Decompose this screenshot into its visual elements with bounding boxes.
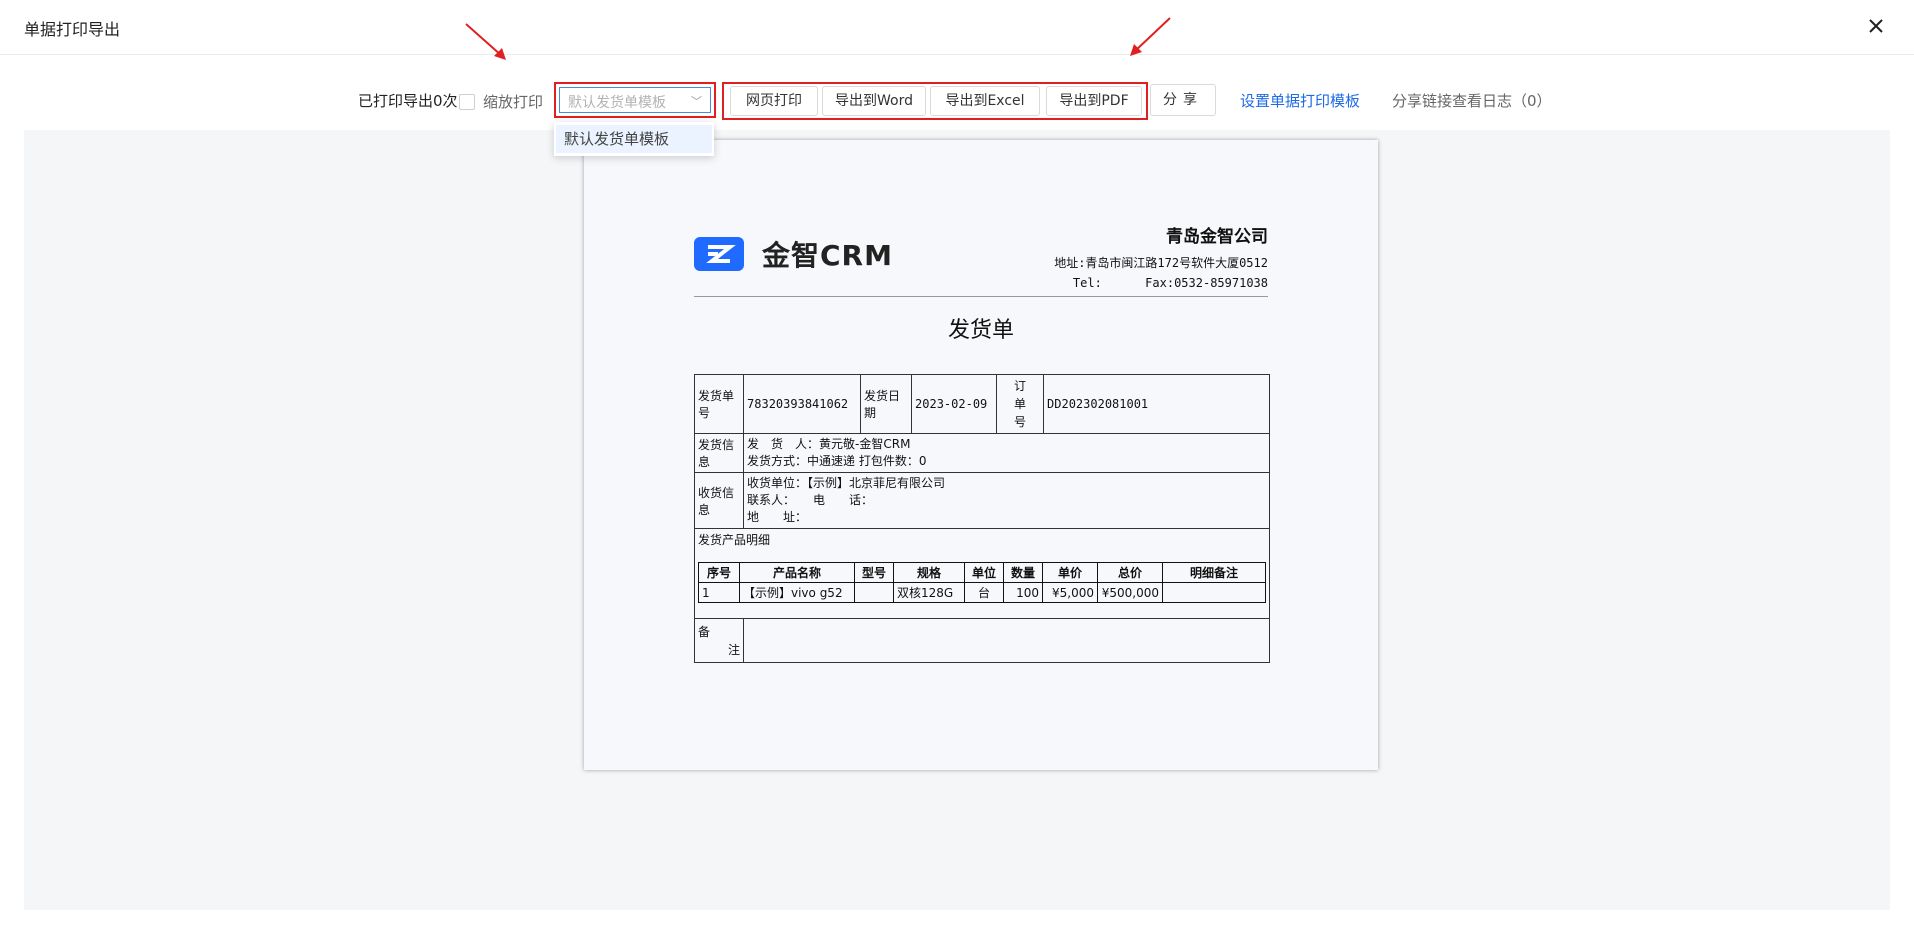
document-page: 金智CRM 青岛金智公司 地址:青岛市闽江路172号软件大厦0512 Tel: … xyxy=(584,140,1378,770)
template-select[interactable]: 默认发货单模板 ﹀ xyxy=(559,87,711,113)
label-shipment-no: 发货单号 xyxy=(693,374,745,434)
cell-total: ¥500,000 xyxy=(1097,582,1163,603)
cell-unit: 台 xyxy=(964,582,1004,603)
label-order-no: 订单号 xyxy=(996,374,1045,434)
scale-print-checkbox[interactable] xyxy=(459,93,475,110)
annotation-arrow-left xyxy=(465,23,506,60)
col-header: 总价 xyxy=(1097,562,1163,583)
company-logo: 金智CRM xyxy=(694,234,893,274)
export-word-button[interactable]: 导出到Word xyxy=(822,86,926,116)
shipment-table: 发货单号 78320393841062 发货日期 2023-02-09 订单号 … xyxy=(693,374,1270,663)
share-log-link[interactable]: 分享链接查看日志（0） xyxy=(1392,90,1552,111)
recv-addr-line: 地 址： xyxy=(747,510,808,524)
logo-icon xyxy=(694,237,744,271)
cell-product-name: 【示例】vivo g52 xyxy=(739,582,855,603)
col-header: 明细备注 xyxy=(1162,562,1266,583)
col-header: 单位 xyxy=(964,562,1004,583)
cell-qty: 100 xyxy=(1003,582,1043,603)
logo-text: 金智CRM xyxy=(762,239,893,272)
scale-print-label: 缩放打印 xyxy=(483,93,544,111)
value-remark xyxy=(743,618,1270,663)
recv-contact-line: 联系人： 电 话： xyxy=(747,493,874,507)
close-icon[interactable] xyxy=(1862,12,1890,40)
template-select-value: 默认发货单模板 xyxy=(568,95,666,111)
cell-model xyxy=(854,582,894,603)
col-header: 序号 xyxy=(698,562,740,583)
label-recv-info: 收货信息 xyxy=(693,472,745,529)
cell-spec: 双核128G xyxy=(893,582,965,603)
items-table: 序号 产品名称 型号 规格 单位 数量 单价 总价 明细备注 1 【示例】viv… xyxy=(698,562,1266,603)
header-divider xyxy=(694,296,1268,297)
col-header: 型号 xyxy=(854,562,894,583)
recv-unit-line: 收货单位：【示例】北京菲尼有限公司 xyxy=(747,476,946,490)
chevron-down-icon: ﹀ xyxy=(691,95,702,108)
scale-print-toggle[interactable]: 缩放打印 xyxy=(459,91,543,112)
cell-seq: 1 xyxy=(698,582,740,603)
export-excel-button[interactable]: 导出到Excel xyxy=(930,86,1040,116)
col-header: 规格 xyxy=(893,562,965,583)
toolbar: 已打印导出0次 缩放打印 默认发货单模板 ﹀ 网页打印 导出到Word 导出到E… xyxy=(0,82,1914,120)
col-header: 数量 xyxy=(1003,562,1043,583)
dialog-title: 单据打印导出 xyxy=(24,20,121,39)
value-order-no: DD202302081001 xyxy=(1043,374,1270,434)
preview-area: 金智CRM 青岛金智公司 地址:青岛市闽江路172号软件大厦0512 Tel: … xyxy=(24,130,1890,910)
col-header: 单价 xyxy=(1042,562,1098,583)
annotation-arrow-right xyxy=(1130,17,1171,56)
dialog-header: 单据打印导出 xyxy=(0,0,1914,55)
set-template-link[interactable]: 设置单据打印模板 xyxy=(1240,90,1360,111)
label-ship-date: 发货日期 xyxy=(860,374,913,434)
company-info: 青岛金智公司 地址:青岛市闽江路172号软件大厦0512 Tel: Fax:05… xyxy=(1054,222,1268,293)
ship-method-line: 发货方式：中通速递 打包件数：0 xyxy=(747,454,927,468)
shipper-line: 发 货 人：黄元敬-金智CRM xyxy=(747,437,911,451)
value-shipment-no: 78320393841062 xyxy=(743,374,862,434)
web-print-button[interactable]: 网页打印 xyxy=(730,86,818,116)
export-buttons-highlight: 网页打印 导出到Word 导出到Excel 导出到PDF xyxy=(722,82,1148,120)
template-dropdown: 默认发货单模板 xyxy=(554,122,714,156)
share-button[interactable]: 分享 xyxy=(1150,84,1216,116)
company-name: 青岛金智公司 xyxy=(1166,227,1268,247)
col-header: 产品名称 xyxy=(739,562,855,583)
dropdown-option-default[interactable]: 默认发货单模板 xyxy=(556,125,712,153)
print-count: 已打印导出0次 xyxy=(358,92,458,110)
template-select-highlight: 默认发货单模板 ﹀ xyxy=(554,82,716,118)
cell-remark xyxy=(1162,582,1266,603)
export-pdf-button[interactable]: 导出到PDF xyxy=(1046,86,1142,116)
label-product-detail: 发货产品明细 xyxy=(698,533,771,547)
label-ship-info: 发货信息 xyxy=(693,433,745,473)
label-remark: 备注 xyxy=(693,618,745,663)
company-address: 地址:青岛市闽江路172号软件大厦0512 xyxy=(1054,256,1268,270)
company-tel-fax: Tel: Fax:0532-85971038 xyxy=(1072,276,1268,290)
value-ship-date: 2023-02-09 xyxy=(911,374,998,434)
items-header-row: 序号 产品名称 型号 规格 单位 数量 单价 总价 明细备注 xyxy=(698,562,1266,583)
document-title: 发货单 xyxy=(947,318,1014,343)
cell-price: ¥5,000 xyxy=(1042,582,1098,603)
table-row: 1 【示例】vivo g52 双核128G 台 100 ¥5,000 ¥500,… xyxy=(698,582,1266,603)
